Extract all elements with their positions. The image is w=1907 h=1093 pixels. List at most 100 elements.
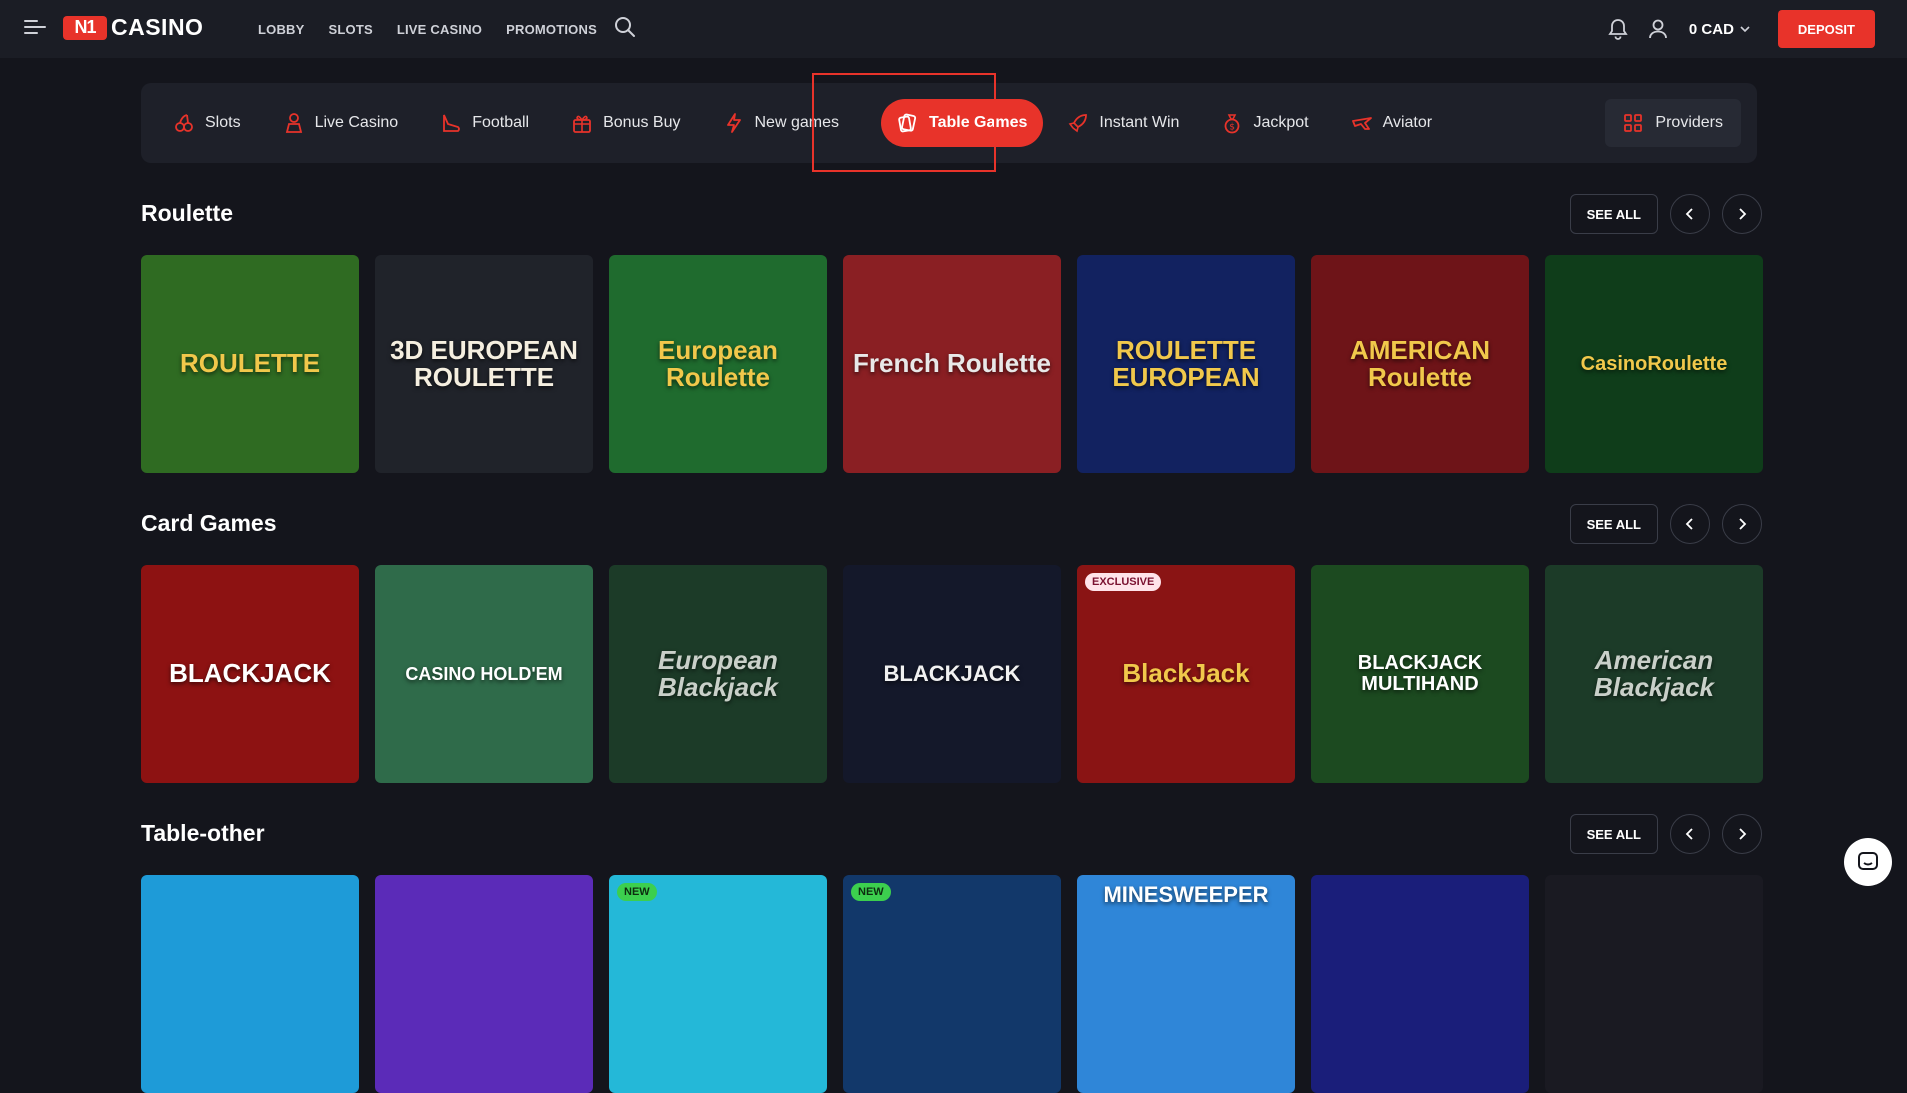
game-tile[interactable]: ROULETTE EUROPEAN bbox=[1077, 255, 1295, 473]
category-football[interactable]: Football bbox=[440, 99, 547, 147]
game-tile[interactable]: BLACKJACK bbox=[843, 565, 1061, 783]
category-live-casino[interactable]: Live Casino bbox=[283, 99, 417, 147]
balance-dropdown[interactable]: 0 CAD bbox=[1689, 21, 1750, 38]
next-arrow-button[interactable] bbox=[1722, 194, 1762, 234]
game-title: AMERICAN Roulette bbox=[1349, 334, 1491, 392]
new-badge: NEW bbox=[617, 883, 657, 901]
providers-label: Providers bbox=[1655, 114, 1723, 131]
category-label: Instant Win bbox=[1099, 114, 1180, 131]
see-all-button[interactable]: SEE ALL bbox=[1569, 814, 1658, 854]
exclusive-badge: EXCLUSIVE bbox=[1085, 573, 1162, 591]
game-title: American Blackjack bbox=[1594, 644, 1714, 702]
chat-button[interactable] bbox=[1844, 838, 1892, 886]
logo[interactable]: N1 CASINO bbox=[63, 14, 203, 41]
game-tile[interactable]: BLACKJACK MULTIHAND bbox=[1311, 565, 1529, 783]
see-all-button[interactable]: SEE ALL bbox=[1569, 504, 1658, 544]
game-tile[interactable]: French Roulette bbox=[843, 255, 1061, 473]
selection-highlight bbox=[812, 73, 996, 172]
grid-icon bbox=[1624, 114, 1643, 132]
game-row-card-games: BLACKJACK CASINO HOLD'EM European Blackj… bbox=[141, 565, 1763, 783]
logo-mark: N1 bbox=[63, 15, 107, 40]
section-title-roulette: Roulette bbox=[141, 200, 233, 226]
section-title-card-games: Card Games bbox=[141, 510, 277, 536]
chat-icon bbox=[1858, 852, 1878, 870]
game-tile[interactable] bbox=[1311, 875, 1529, 1093]
game-title: BLACKJACK bbox=[169, 658, 331, 689]
rocket-icon bbox=[1067, 112, 1089, 134]
game-tile[interactable]: European Blackjack bbox=[609, 565, 827, 783]
nav-promotions[interactable]: PROMOTIONS bbox=[506, 22, 597, 37]
svg-text:$: $ bbox=[1230, 123, 1236, 133]
game-tile[interactable] bbox=[375, 875, 593, 1093]
category-label: Football bbox=[472, 114, 530, 131]
game-title: CASINO HOLD'EM bbox=[405, 663, 563, 684]
game-title: CasinoRoulette bbox=[1580, 352, 1728, 375]
providers-button[interactable]: Providers bbox=[1605, 99, 1741, 147]
game-tile[interactable]: ROULETTE bbox=[141, 255, 359, 473]
section-title-table-other: Table-other bbox=[141, 820, 265, 846]
game-title: BLACKJACK MULTIHAND bbox=[1357, 652, 1483, 695]
chevron-down-icon bbox=[1740, 26, 1750, 33]
nav-live-casino[interactable]: LIVE CASINO bbox=[397, 22, 482, 37]
chevron-left-icon bbox=[1685, 518, 1693, 530]
cherry-icon bbox=[173, 112, 195, 134]
deposit-button[interactable]: DEPOSIT bbox=[1777, 10, 1875, 48]
game-tile[interactable]: NEW bbox=[843, 875, 1061, 1093]
game-title: BLACKJACK bbox=[883, 661, 1021, 687]
game-title: BlackJack bbox=[1122, 658, 1250, 689]
game-tile[interactable]: NEW bbox=[609, 875, 827, 1093]
game-title: ROULETTE EUROPEAN bbox=[1112, 334, 1260, 392]
user-icon[interactable] bbox=[1645, 16, 1671, 42]
chevron-right-icon bbox=[1739, 828, 1747, 840]
chevron-left-icon bbox=[1685, 208, 1693, 220]
chevron-right-icon bbox=[1739, 518, 1747, 530]
game-title: European Blackjack bbox=[658, 644, 778, 702]
game-tile[interactable]: MINESWEEPER bbox=[1077, 875, 1295, 1093]
category-label: Bonus Buy bbox=[603, 114, 681, 131]
category-aviator[interactable]: Aviator bbox=[1351, 99, 1451, 147]
money-bag-icon: $ bbox=[1221, 112, 1243, 134]
main-nav: LOBBY SLOTS LIVE CASINO PROMOTIONS bbox=[258, 0, 597, 58]
category-bonus-buy[interactable]: Bonus Buy bbox=[571, 99, 698, 147]
prev-arrow-button[interactable] bbox=[1670, 194, 1710, 234]
game-title: European Roulette bbox=[658, 334, 778, 392]
balance-value: 0 CAD bbox=[1688, 20, 1734, 38]
game-tile[interactable]: AMERICAN Roulette bbox=[1311, 255, 1529, 473]
next-arrow-button[interactable] bbox=[1722, 814, 1762, 854]
game-tile[interactable]: EXCLUSIVE BlackJack bbox=[1077, 565, 1295, 783]
gift-icon bbox=[571, 112, 593, 134]
next-arrow-button[interactable] bbox=[1722, 504, 1762, 544]
dealer-icon bbox=[283, 112, 305, 134]
game-row-roulette: ROULETTE 3D EUROPEAN ROULETTE European R… bbox=[141, 255, 1763, 473]
game-tile[interactable]: European Roulette bbox=[609, 255, 827, 473]
chevron-left-icon bbox=[1685, 828, 1693, 840]
prev-arrow-button[interactable] bbox=[1670, 504, 1710, 544]
game-tile[interactable] bbox=[1545, 875, 1763, 1093]
nav-lobby[interactable]: LOBBY bbox=[258, 22, 305, 37]
category-label: Slots bbox=[205, 114, 241, 131]
category-jackpot[interactable]: $ Jackpot bbox=[1221, 99, 1326, 147]
prev-arrow-button[interactable] bbox=[1670, 814, 1710, 854]
nav-slots[interactable]: SLOTS bbox=[329, 22, 373, 37]
see-all-button[interactable]: SEE ALL bbox=[1569, 194, 1658, 234]
chevron-right-icon bbox=[1739, 208, 1747, 220]
lightning-icon bbox=[723, 112, 745, 134]
game-row-table-other: NEW NEW MINESWEEPER bbox=[141, 875, 1763, 1093]
logo-text: CASINO bbox=[111, 14, 204, 40]
game-title: ROULETTE bbox=[179, 348, 321, 379]
bell-icon[interactable] bbox=[1605, 16, 1631, 42]
game-tile[interactable]: 3D EUROPEAN ROULETTE bbox=[375, 255, 593, 473]
game-title: 3D EUROPEAN ROULETTE bbox=[390, 334, 578, 392]
category-label: Jackpot bbox=[1253, 114, 1309, 131]
game-tile[interactable] bbox=[141, 875, 359, 1093]
top-header: N1 CASINO LOBBY SLOTS LIVE CASINO PROMOT… bbox=[0, 0, 1907, 58]
category-instant-win[interactable]: Instant Win bbox=[1067, 99, 1197, 147]
category-slots[interactable]: Slots bbox=[173, 99, 259, 147]
game-tile[interactable]: CASINO HOLD'EM bbox=[375, 565, 593, 783]
football-boot-icon bbox=[440, 112, 462, 134]
game-tile[interactable]: BLACKJACK bbox=[141, 565, 359, 783]
game-tile[interactable]: CasinoRoulette bbox=[1545, 255, 1763, 473]
menu-icon[interactable] bbox=[24, 18, 46, 36]
search-icon[interactable] bbox=[613, 15, 637, 39]
game-tile[interactable]: American Blackjack bbox=[1545, 565, 1763, 783]
